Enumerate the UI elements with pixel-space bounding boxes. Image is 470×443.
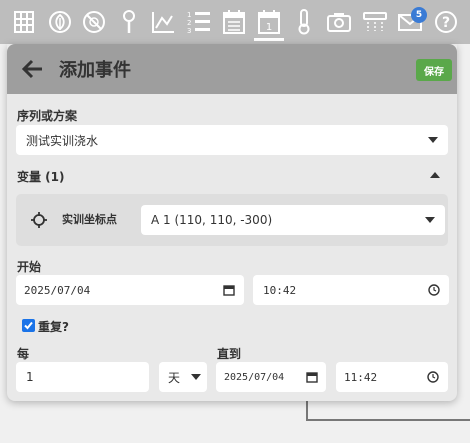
calendar-day-number: 1	[266, 22, 272, 33]
svg-text:?: ?	[442, 15, 450, 31]
pin-icon[interactable]	[112, 3, 146, 41]
chevron-up-icon[interactable]	[430, 172, 440, 178]
save-button[interactable]: 保存	[416, 59, 452, 81]
until-date-input[interactable]: 2025/07/04	[216, 362, 326, 392]
sequence-value: 测试实训浇水	[26, 133, 99, 148]
variable-name: 实训坐标点	[62, 213, 117, 226]
top-toolbar: 123 1 5 ?	[0, 0, 470, 44]
calendar-day-icon[interactable]: 1	[252, 3, 286, 41]
start-date-input[interactable]: 2025/07/04	[16, 275, 244, 305]
add-event-panel: 添加事件 保存 序列或方案 测试实训浇水 变量 (1) 实训坐标点 A 1 (1…	[7, 44, 457, 401]
thermometer-icon[interactable]	[287, 3, 321, 41]
mail-badge: 5	[411, 7, 427, 23]
no-sign-icon[interactable]	[77, 3, 111, 41]
back-arrow-icon[interactable]	[21, 57, 45, 81]
sprinkler-icon[interactable]	[358, 3, 392, 41]
chart-icon[interactable]	[146, 3, 180, 41]
crosshair-icon	[31, 212, 47, 228]
every-value: 1	[26, 370, 34, 384]
variable-select[interactable]: A 1 (110, 110, -300)	[141, 205, 445, 235]
chevron-down-icon	[191, 374, 201, 380]
numbered-list-icon[interactable]: 123	[182, 3, 216, 41]
repeat-checkbox[interactable]	[22, 319, 35, 332]
grid-icon[interactable]	[7, 3, 41, 41]
until-time-input[interactable]: 11:42	[336, 362, 448, 392]
clock-icon[interactable]	[428, 284, 440, 296]
unit-value: 天	[168, 370, 181, 385]
panel-header: 添加事件 保存	[7, 44, 457, 94]
unit-select[interactable]: 天	[159, 362, 207, 392]
leaf-icon[interactable]	[43, 3, 77, 41]
every-input[interactable]: 1	[16, 362, 149, 392]
svg-text:3: 3	[187, 27, 191, 35]
svg-text:2: 2	[187, 19, 191, 27]
start-time-value: 10:42	[263, 283, 297, 297]
help-icon[interactable]: ?	[429, 3, 463, 41]
page-title: 添加事件	[59, 60, 131, 81]
variables-label: 变量 (1)	[17, 170, 65, 184]
until-date-value: 2025/07/04	[224, 371, 285, 383]
start-time-input[interactable]: 10:42	[253, 275, 449, 305]
chevron-down-icon	[425, 217, 435, 223]
variable-value: A 1 (110, 110, -300)	[151, 213, 273, 227]
sequence-select[interactable]: 测试实训浇水	[16, 125, 448, 155]
start-date-value: 2025/07/04	[24, 283, 91, 297]
variable-row: 实训坐标点 A 1 (110, 110, -300)	[16, 194, 448, 246]
calendar-picker-icon[interactable]	[306, 371, 318, 383]
calendar-icon[interactable]	[217, 3, 251, 41]
every-label: 每	[17, 347, 30, 361]
start-label: 开始	[17, 260, 42, 274]
mail-icon[interactable]: 5	[393, 3, 427, 41]
sequence-label: 序列或方案	[17, 109, 78, 123]
until-time-value: 11:42	[344, 370, 378, 384]
chevron-down-icon	[428, 137, 438, 143]
map-line	[306, 419, 470, 421]
calendar-picker-icon[interactable]	[223, 284, 235, 296]
until-label: 直到	[217, 347, 242, 361]
svg-text:1: 1	[187, 11, 191, 19]
repeat-label: 重复?	[38, 320, 69, 334]
clock-icon[interactable]	[427, 371, 439, 383]
camera-icon[interactable]	[322, 3, 356, 41]
